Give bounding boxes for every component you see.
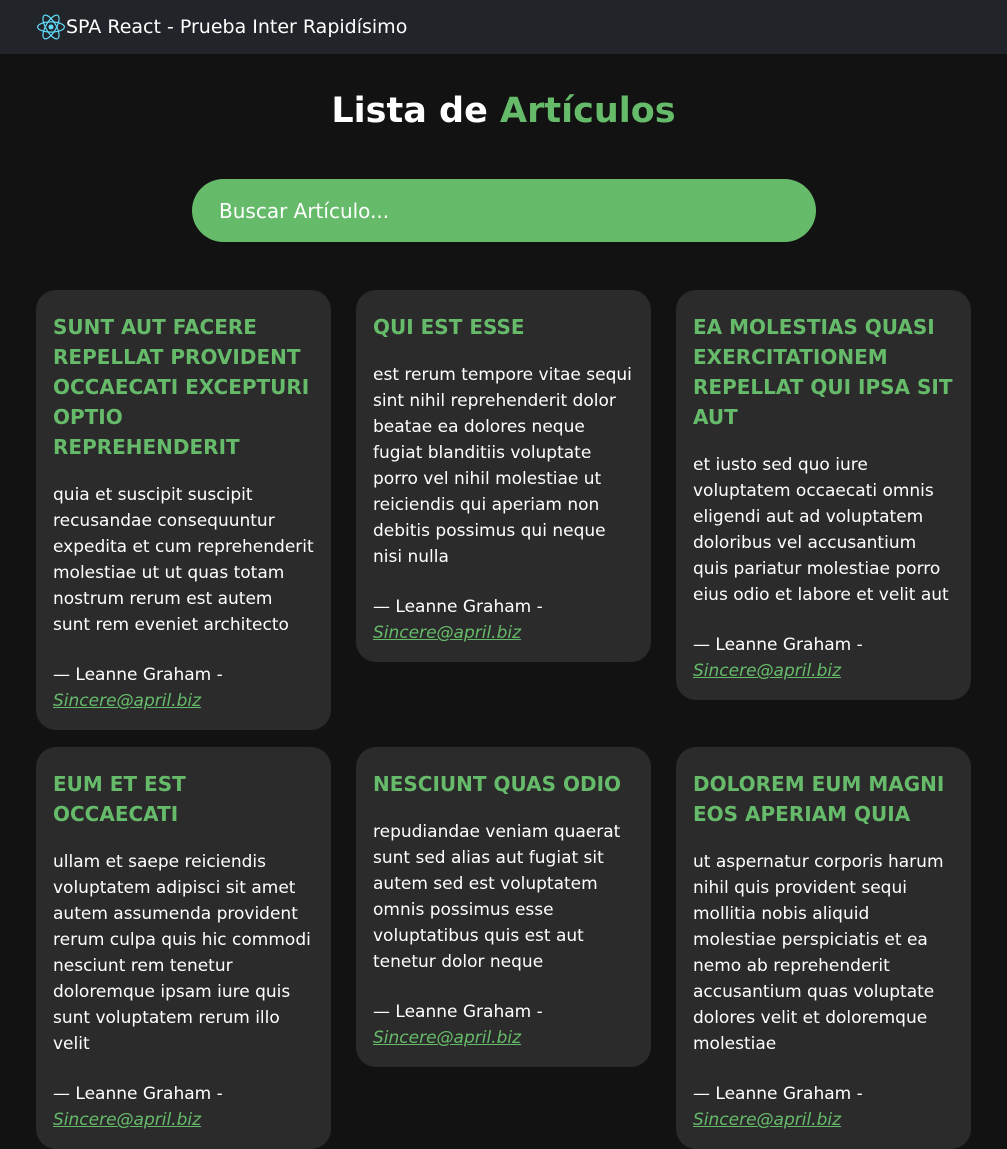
article-body: ullam et saepe reiciendis voluptatem adi… — [53, 852, 311, 1054]
article-title: ea molestias quasi exercitationem repell… — [693, 315, 953, 429]
article-card: qui est esse est rerum tempore vitae seq… — [356, 290, 651, 662]
article-card: ea molestias quasi exercitationem repell… — [676, 290, 971, 700]
article-author: — Leanne Graham - — [53, 665, 223, 685]
article-email-link[interactable]: Sincere@april.biz — [693, 658, 954, 684]
article-body: repudiandae veniam quaerat sunt sed alia… — [373, 822, 621, 972]
article-title: nesciunt quas odio — [373, 772, 622, 796]
article-author: — Leanne Graham - — [373, 597, 543, 617]
article-title: sunt aut facere repellat provident occae… — [53, 315, 310, 459]
article-card: nesciunt quas odio repudiandae veniam qu… — [356, 747, 651, 1067]
article-email-link[interactable]: Sincere@april.biz — [693, 1107, 954, 1133]
page-title: Lista de Artículos — [0, 88, 1007, 134]
react-atom-icon[interactable] — [37, 13, 65, 41]
article-email-link[interactable]: Sincere@april.biz — [373, 620, 634, 646]
search-input[interactable] — [192, 179, 816, 242]
article-author: — Leanne Graham - — [693, 1084, 863, 1104]
article-email-link[interactable]: Sincere@april.biz — [53, 1107, 314, 1133]
article-grid: sunt aut facere repellat provident occae… — [36, 290, 971, 1149]
article-body: et iusto sed quo iure voluptatem occaeca… — [693, 455, 949, 605]
article-card: eum et est occaecati ullam et saepe reic… — [36, 747, 331, 1149]
article-title: qui est esse — [373, 315, 525, 339]
article-body: quia et suscipit suscipit recusandae con… — [53, 485, 314, 635]
article-body: est rerum tempore vitae sequi sint nihil… — [373, 365, 632, 567]
page-title-accent: Artículos — [500, 91, 676, 131]
article-title: eum et est occaecati — [53, 772, 186, 826]
article-author: — Leanne Graham - — [53, 1084, 223, 1104]
article-author: — Leanne Graham - — [693, 635, 863, 655]
article-author: — Leanne Graham - — [373, 1002, 543, 1022]
article-email-link[interactable]: Sincere@april.biz — [373, 1025, 634, 1051]
navbar-brand[interactable]: SPA React - Prueba Inter Rapidísimo — [66, 16, 407, 38]
page-title-prefix: Lista de — [331, 91, 488, 131]
article-card: dolorem eum magni eos aperiam quia ut as… — [676, 747, 971, 1149]
search-container — [192, 179, 816, 242]
article-card: sunt aut facere repellat provident occae… — [36, 290, 331, 730]
article-body: ut aspernatur corporis harum nihil quis … — [693, 852, 944, 1054]
article-email-link[interactable]: Sincere@april.biz — [53, 688, 314, 714]
navbar: SPA React - Prueba Inter Rapidísimo — [0, 0, 1007, 54]
article-title: dolorem eum magni eos aperiam quia — [693, 772, 945, 826]
